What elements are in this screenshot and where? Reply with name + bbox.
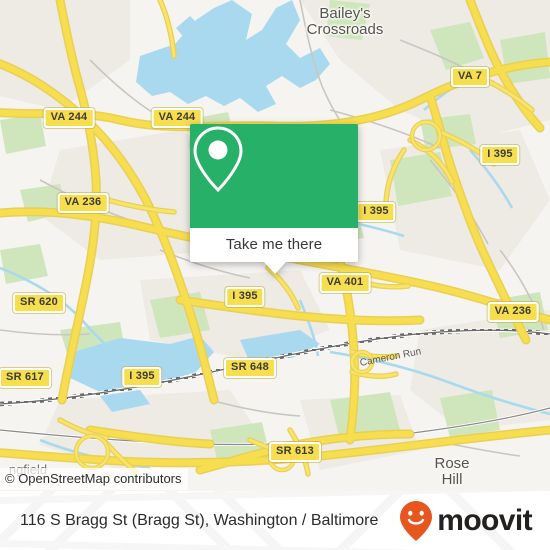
footer-bar: 116 S Bragg St (Bragg St), Washington / … (0, 491, 550, 550)
road-shield-va-236-w: VA 236 (57, 193, 109, 213)
road-shield-i-395-e: I 395 (356, 202, 396, 222)
moovit-map-screenshot: Cameron Run Bailey's Crossroads Rose Hil… (0, 0, 550, 550)
road-shield-sr-613: SR 613 (269, 442, 321, 462)
place-label-baileys-crossroads: Bailey's Crossroads (306, 5, 384, 38)
location-address-label: 116 S Bragg St (Bragg St), Washington / … (20, 511, 379, 529)
map-pin-icon (193, 126, 243, 193)
moovit-wordmark: moovit (437, 503, 532, 537)
map-canvas[interactable]: Cameron Run Bailey's Crossroads Rose Hil… (0, 0, 550, 491)
popup-pointer (264, 262, 286, 274)
road-shield-va-401: VA 401 (319, 273, 371, 293)
road-shield-i-395-ne: I 395 (480, 145, 520, 165)
take-me-there-label: Take me there (225, 236, 323, 253)
popup-action-bar[interactable]: Take me there (190, 228, 358, 262)
popup-header (190, 124, 358, 228)
road-shield-va-244-w: VA 244 (43, 108, 95, 128)
osm-attribution[interactable]: © OpenStreetMap contributors (0, 468, 188, 490)
road-shield-va-7: VA 7 (450, 67, 490, 87)
road-shield-sr-648: SR 648 (224, 358, 276, 378)
location-popup-card[interactable]: Take me there (190, 124, 358, 274)
road-shield-i-395-c: I 395 (225, 287, 265, 307)
road-shield-sr-617: SR 617 (0, 368, 51, 388)
place-label-rose-hill: Rose Hill (434, 455, 470, 488)
moovit-pin-smiley-icon (400, 500, 433, 541)
road-shield-i-395-sw: I 395 (122, 367, 162, 387)
road-shield-sr-620: SR 620 (13, 293, 65, 313)
moovit-brand[interactable]: moovit (399, 500, 533, 542)
road-shield-va-236-e: VA 236 (487, 302, 539, 322)
